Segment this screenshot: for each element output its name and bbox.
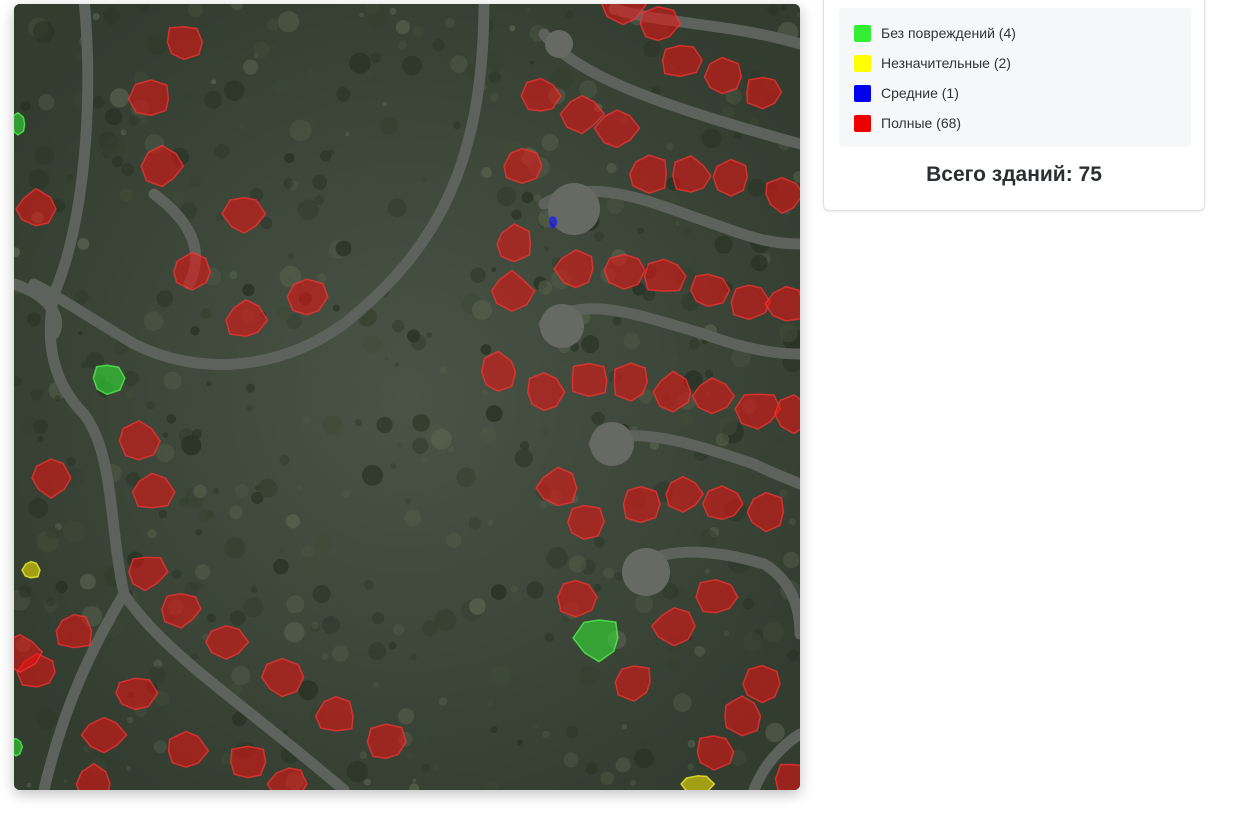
damage-map	[14, 4, 800, 790]
building-destroyed	[661, 44, 703, 78]
legend-label: Средние (1)	[881, 85, 959, 101]
building-destroyed	[166, 26, 204, 61]
legend: Без повреждений (4) Незначительные (2) С…	[839, 8, 1191, 147]
legend-label: Без повреждений (4)	[881, 25, 1016, 41]
building-destroyed	[503, 147, 543, 184]
legend-item-destroyed: Полные (68)	[854, 113, 961, 133]
total-buildings: Всего зданий: 75	[926, 163, 1102, 186]
building-destroyed	[712, 158, 748, 197]
building-destroyed	[774, 763, 800, 790]
building-destroyed	[622, 485, 661, 524]
legend-label: Незначительные (2)	[881, 55, 1011, 71]
building-destroyed	[571, 362, 608, 398]
legend-item-minor: Незначительные (2)	[854, 53, 1011, 73]
building-destroyed	[567, 504, 605, 540]
legend-label: Полные (68)	[881, 115, 962, 131]
building-destroyed	[230, 745, 267, 779]
building-destroyed	[127, 79, 170, 117]
swatch-destroyed	[854, 114, 871, 132]
swatch-major	[854, 84, 871, 102]
legend-panel: Без повреждений (4) Незначительные (2) С…	[823, 0, 1205, 211]
building-no-damage	[92, 364, 126, 396]
legend-item-major: Средние (1)	[854, 83, 959, 103]
swatch-minor	[854, 54, 871, 72]
swatch-no-damage	[854, 24, 871, 42]
building-destroyed	[689, 273, 731, 308]
legend-item-no-damage: Без повреждений (4)	[854, 23, 1016, 43]
building-no-damage	[14, 111, 26, 136]
satellite-image	[14, 4, 800, 790]
